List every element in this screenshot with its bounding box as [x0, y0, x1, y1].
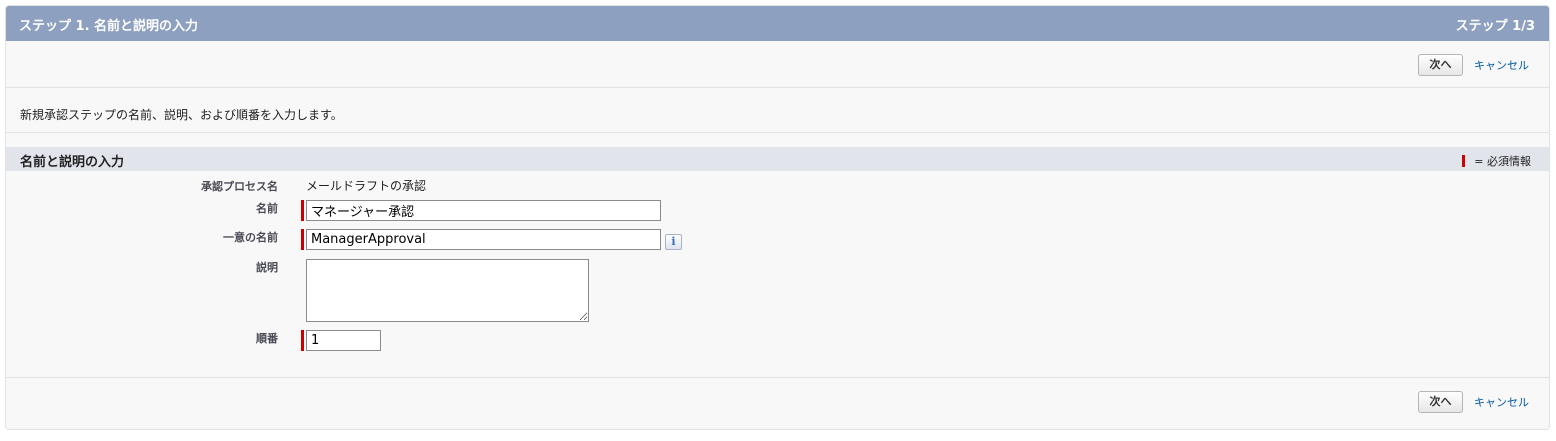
description-textarea[interactable] [306, 259, 589, 322]
unique-name-label: 一意の名前 [223, 231, 278, 244]
process-name-label: 承認プロセス名 [201, 180, 278, 193]
info-icon[interactable]: i [665, 234, 682, 250]
required-marker [301, 330, 304, 351]
top-button-bar: 次へ キャンセル [6, 41, 1549, 88]
process-name-value: メールドラフトの承認 [306, 179, 427, 193]
name-input[interactable] [306, 200, 661, 221]
divider [6, 132, 1549, 133]
required-legend-text: = 必須情報 [1474, 155, 1531, 168]
section-title: 名前と説明の入力 [20, 155, 125, 170]
section-header: 名前と説明の入力 = 必須情報 [6, 147, 1549, 171]
cancel-link-top[interactable]: キャンセル [1474, 57, 1529, 73]
page-title: ステップ 1. 名前と説明の入力 [19, 19, 199, 34]
order-label: 順番 [256, 332, 278, 345]
unique-name-input[interactable] [306, 229, 661, 250]
next-button-top[interactable]: 次へ [1418, 54, 1463, 76]
name-label: 名前 [256, 202, 278, 215]
wizard-panel: ステップ 1. 名前と説明の入力 ステップ 1/3 次へ キャンセル 新規承認ス… [5, 5, 1550, 430]
required-marker [301, 200, 304, 221]
required-marker-icon [1462, 155, 1466, 167]
description-label: 説明 [256, 261, 278, 274]
cancel-link-bottom[interactable]: キャンセル [1474, 394, 1529, 410]
order-input[interactable] [306, 330, 381, 351]
required-legend: = 必須情報 [1462, 153, 1531, 169]
step-description: 新規承認ステップの名前、説明、および順番を入力します。 [20, 108, 343, 122]
bottom-button-bar: 次へ キャンセル [6, 377, 1549, 424]
wizard-header: ステップ 1. 名前と説明の入力 ステップ 1/3 [6, 6, 1549, 41]
next-button-bottom[interactable]: 次へ [1418, 391, 1463, 413]
step-indicator: ステップ 1/3 [1455, 19, 1535, 34]
required-marker [301, 229, 304, 250]
